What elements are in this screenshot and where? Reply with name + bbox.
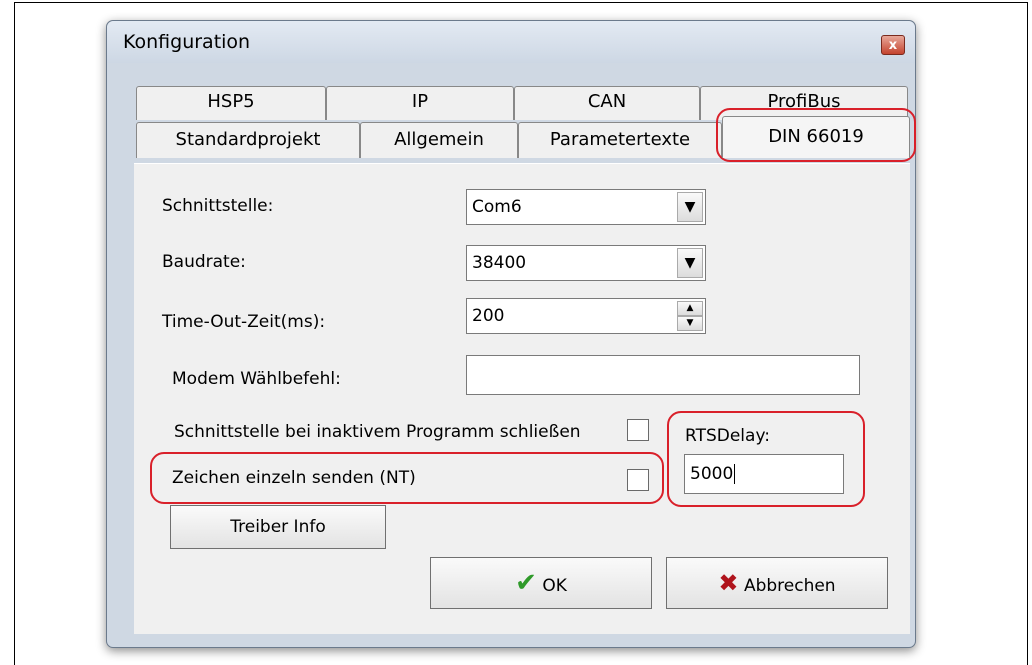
driver-info-label: Treiber Info: [230, 517, 326, 537]
chevron-down-icon[interactable]: ▼: [677, 192, 703, 222]
tab-can[interactable]: CAN: [514, 86, 700, 120]
baudrate-select[interactable]: 38400 ▼: [466, 245, 706, 281]
tab-profibus[interactable]: ProfiBus: [700, 86, 908, 120]
tab-label: Parametertexte: [549, 129, 691, 150]
modem-label: Modem Wählbefehl:: [172, 369, 341, 389]
tab-parametertexte[interactable]: Parametertexte: [518, 122, 722, 158]
tab-din-66019[interactable]: DIN 66019: [722, 116, 910, 158]
close-icon: x: [888, 38, 898, 53]
window-title: Konfiguration: [123, 31, 251, 53]
schnittstelle-select[interactable]: Com6 ▼: [466, 189, 706, 225]
spin-up-icon[interactable]: ▲: [677, 301, 703, 316]
tab-label: IP: [411, 91, 429, 112]
baudrate-value: 38400: [472, 253, 527, 273]
schnittstelle-value: Com6: [472, 197, 522, 217]
driver-info-button[interactable]: Treiber Info: [170, 505, 386, 549]
timeout-value: 200: [472, 306, 505, 326]
cancel-button[interactable]: ✖ Abbrechen: [666, 557, 888, 609]
cancel-label: Abbrechen: [743, 576, 836, 596]
tab-label: DIN 66019: [768, 126, 864, 147]
close-inactive-label: Schnittstelle bei inaktivem Programm sch…: [174, 422, 581, 442]
schnittstelle-label: Schnittstelle:: [162, 196, 274, 216]
tab-label: ProfiBus: [767, 91, 841, 112]
modem-dial-input[interactable]: [466, 355, 860, 395]
x-icon: ✖: [718, 569, 739, 597]
rts-delay-label: RTSDelay:: [685, 426, 770, 446]
title-bar: Konfiguration x: [107, 21, 915, 63]
tab-label: HSP5: [207, 91, 255, 112]
tab-ip[interactable]: IP: [326, 86, 514, 120]
timeout-spinner[interactable]: 200 ▲ ▼: [466, 298, 706, 334]
timeout-label: Time-Out-Zeit(ms):: [162, 312, 326, 332]
ok-button[interactable]: ✔ OK: [430, 557, 652, 609]
spin-down-icon[interactable]: ▼: [677, 316, 703, 331]
tab-label: Standardprojekt: [175, 129, 321, 150]
checkmark-icon: ✔: [515, 568, 537, 598]
rts-delay-value: 5000: [690, 464, 736, 484]
tab-label: CAN: [587, 91, 627, 112]
baudrate-label: Baudrate:: [162, 252, 246, 272]
close-button[interactable]: x: [881, 35, 905, 55]
single-chars-checkbox[interactable]: [627, 469, 649, 491]
single-chars-label: Zeichen einzeln senden (NT): [172, 468, 416, 488]
tab-label: Allgemein: [394, 129, 484, 150]
tab-hsp5[interactable]: HSP5: [136, 86, 326, 120]
tab-allgemein[interactable]: Allgemein: [360, 122, 518, 158]
close-inactive-checkbox[interactable]: [627, 419, 649, 441]
rts-delay-input[interactable]: 5000: [684, 454, 844, 494]
chevron-down-icon[interactable]: ▼: [677, 248, 703, 278]
tab-standardprojekt[interactable]: Standardprojekt: [136, 122, 360, 158]
ok-label: OK: [542, 576, 567, 596]
